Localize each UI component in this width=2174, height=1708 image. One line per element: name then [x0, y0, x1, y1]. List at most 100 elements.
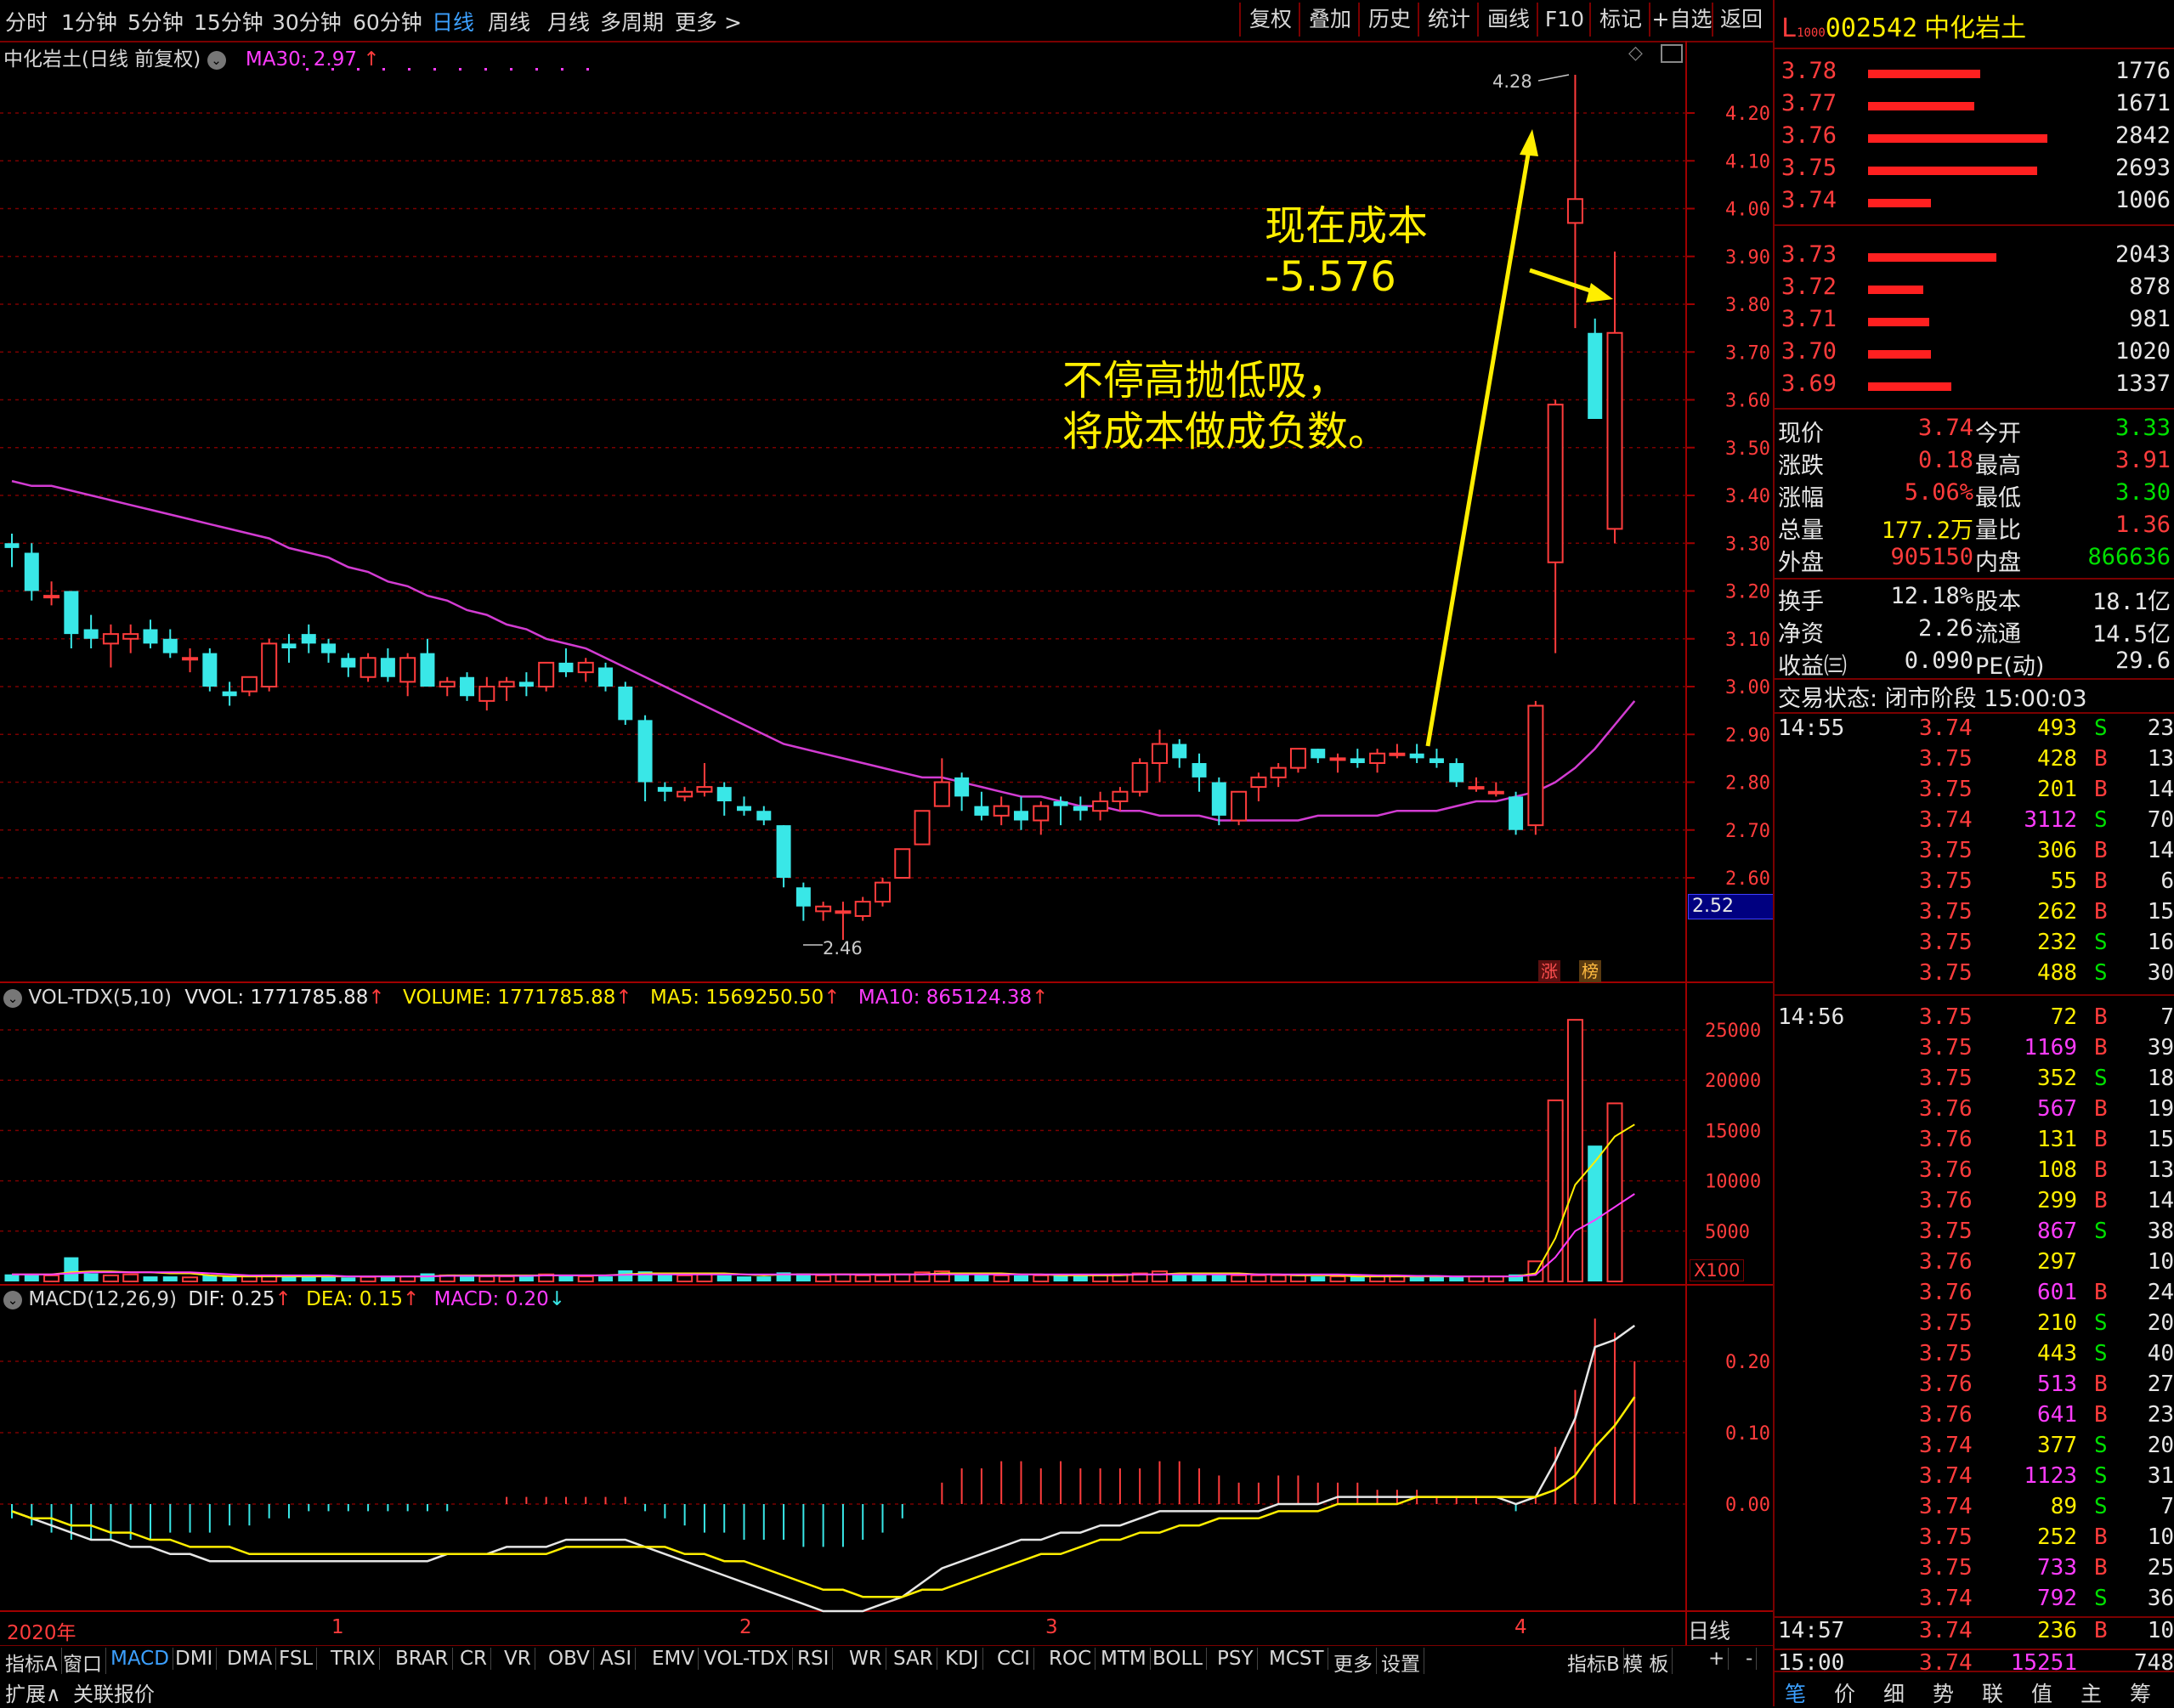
- indicator-tab-24[interactable]: 更多: [1330, 1648, 1377, 1677]
- tick-price: 3.74: [1919, 1433, 1973, 1458]
- stat-label-2: 最低: [1975, 485, 2021, 512]
- indicator-tab-5[interactable]: FSL: [275, 1648, 318, 1670]
- volume-bar: [657, 1274, 672, 1281]
- expand-button[interactable]: 扩展∧: [5, 1677, 61, 1707]
- tick-volume: 131: [2037, 1127, 2077, 1152]
- indicator-tab-10[interactable]: OBV: [545, 1648, 594, 1670]
- indicator-right-tab-2[interactable]: +: [1705, 1648, 1730, 1670]
- stat-label-2: 量比: [1975, 517, 2021, 544]
- indicator-right-tab-1[interactable]: 模 板: [1620, 1648, 1673, 1677]
- tick-count: 19: [2147, 1096, 2174, 1122]
- volume-ma5-line: [12, 1123, 1635, 1278]
- tick-price: 3.74: [1919, 1586, 1973, 1611]
- ask-volume-bar: [1868, 134, 2047, 143]
- quote-tab-1[interactable]: 价: [1834, 1677, 1855, 1708]
- tick-price: 3.75: [1919, 1310, 1973, 1336]
- candle-body: [1566, 198, 1583, 224]
- ma-dot: [408, 68, 410, 71]
- indicator-tab-17[interactable]: KDJ: [942, 1648, 983, 1670]
- tick-volume: 567: [2037, 1096, 2077, 1122]
- indicator-tab-12[interactable]: EMV: [648, 1648, 699, 1670]
- candle-body: [1329, 757, 1346, 761]
- indicator-tab-18[interactable]: CCI: [994, 1648, 1034, 1670]
- tick-count: 25: [2147, 1555, 2174, 1581]
- indicator-tab-19[interactable]: ROC: [1045, 1648, 1096, 1670]
- candle-body: [1389, 752, 1406, 756]
- indicator-tab-6[interactable]: TRIX: [327, 1648, 380, 1670]
- candle-body: [1369, 752, 1386, 764]
- diamond-icon[interactable]: ◇: [1628, 42, 1643, 64]
- bid-volume: 981: [2129, 306, 2171, 332]
- stat2-row: 净资 2.26 流通 14.5亿: [1775, 615, 2174, 648]
- tick-row: 3.75 252 B 10: [1775, 1524, 2174, 1555]
- indicator-tab-1[interactable]: 窗口: [59, 1648, 106, 1677]
- indicator-tab-22[interactable]: PSY: [1214, 1648, 1258, 1670]
- quote-tab-4[interactable]: 联: [1982, 1677, 2003, 1708]
- indicator-tab-23[interactable]: MCST: [1265, 1648, 1328, 1670]
- indicator-right-tab-3[interactable]: -: [1742, 1648, 1758, 1670]
- tick-price: 3.75: [1919, 1066, 1973, 1091]
- price-axis-label: 3.20: [1725, 582, 1770, 603]
- tick-count: 39: [2147, 1035, 2174, 1060]
- stat-label: 总量: [1778, 517, 1824, 544]
- indicator-tab-8[interactable]: CR: [456, 1648, 492, 1670]
- stock-name: 中化岩土: [1924, 14, 2027, 43]
- candle-body: [43, 595, 60, 599]
- dropdown-circle-icon[interactable]: ⌄: [3, 1290, 22, 1309]
- dropdown-circle-icon[interactable]: ⌄: [3, 988, 22, 1008]
- quote-tab-7[interactable]: 筹: [2130, 1677, 2151, 1708]
- indicator-tab-25[interactable]: 设置: [1378, 1648, 1424, 1677]
- annotation-cost-line1: 现在成本: [1265, 202, 1429, 250]
- volume-bar: [756, 1276, 772, 1281]
- tick-side: S: [2094, 930, 2108, 955]
- related-quote-button[interactable]: 关联报价: [73, 1677, 155, 1707]
- separator: [1775, 578, 2174, 580]
- volume-bar: [874, 1274, 891, 1282]
- kline-chart-area[interactable]: 4.20 4.10 4.00 3.90 3.80 3.70 3.60 3.50 3.40 3.30…: [0, 0, 1773, 1674]
- indicator-tab-15[interactable]: WR: [846, 1648, 886, 1670]
- stat-row: 现价 3.74 今开 3.33: [1775, 415, 2174, 447]
- indicator-tab-4[interactable]: DMA: [224, 1648, 277, 1670]
- indicator-tab-9[interactable]: VR: [501, 1648, 535, 1670]
- indicator-tab-0[interactable]: 指标A: [2, 1648, 62, 1677]
- stat2-label: 换手: [1778, 589, 1824, 615]
- candle-body: [1131, 762, 1148, 793]
- tick-price: 3.76: [1919, 1157, 1973, 1183]
- bang-badge[interactable]: 榜: [1579, 960, 1601, 982]
- indicator-tab-2[interactable]: MACD: [107, 1648, 173, 1670]
- indicator-tab-7[interactable]: BRAR: [392, 1648, 453, 1670]
- quote-tab-2[interactable]: 细: [1883, 1677, 1905, 1708]
- indicator-tab-11[interactable]: ASI: [597, 1648, 637, 1670]
- quote-tab-5[interactable]: 值: [2031, 1677, 2052, 1708]
- volume-bar: [1033, 1274, 1050, 1282]
- quote-tab-6[interactable]: 主: [2081, 1677, 2102, 1708]
- volume-bar: [598, 1276, 614, 1281]
- quote-tab-3[interactable]: 势: [1933, 1677, 1954, 1708]
- tick-count: 13: [2147, 746, 2174, 772]
- tick-side: B: [2094, 838, 2108, 863]
- indicator-tab-16[interactable]: SAR: [890, 1648, 937, 1670]
- tick-side: B: [2094, 1618, 2108, 1643]
- period-label[interactable]: 日线: [1688, 1615, 1730, 1645]
- indicator-tab-20[interactable]: MTM: [1097, 1648, 1151, 1670]
- stat2-value-2: 14.5亿: [2092, 621, 2171, 648]
- candle-body: [1289, 748, 1306, 769]
- stat-label: 涨幅: [1778, 485, 1824, 512]
- dropdown-circle-icon[interactable]: ⌄: [207, 50, 226, 70]
- quote-tab-0[interactable]: 笔: [1785, 1677, 1806, 1708]
- trade-status-row: 交易状态: 闭市阶段 15:00:03: [1775, 680, 2174, 712]
- zhang-badge[interactable]: 涨: [1538, 960, 1560, 982]
- separator: [1775, 994, 2174, 996]
- indicator-tab-14[interactable]: RSI: [794, 1648, 834, 1670]
- tick-side: B: [2094, 777, 2108, 802]
- window-toggle-icon[interactable]: [1661, 44, 1683, 63]
- indicator-tab-3[interactable]: DMI: [172, 1648, 218, 1670]
- candle-body: [1112, 790, 1129, 802]
- volume-bar: [716, 1275, 732, 1281]
- stat2-value-2: 18.1亿: [2092, 589, 2171, 615]
- time-axis-month-3: 3: [1045, 1616, 1058, 1638]
- bid-price: 3.72: [1781, 274, 1837, 300]
- indicator-tab-13[interactable]: VOL-TDX: [700, 1648, 793, 1670]
- indicator-tab-21[interactable]: BOLL: [1149, 1648, 1208, 1670]
- indicator-right-tab-0[interactable]: 指标B: [1564, 1648, 1624, 1677]
